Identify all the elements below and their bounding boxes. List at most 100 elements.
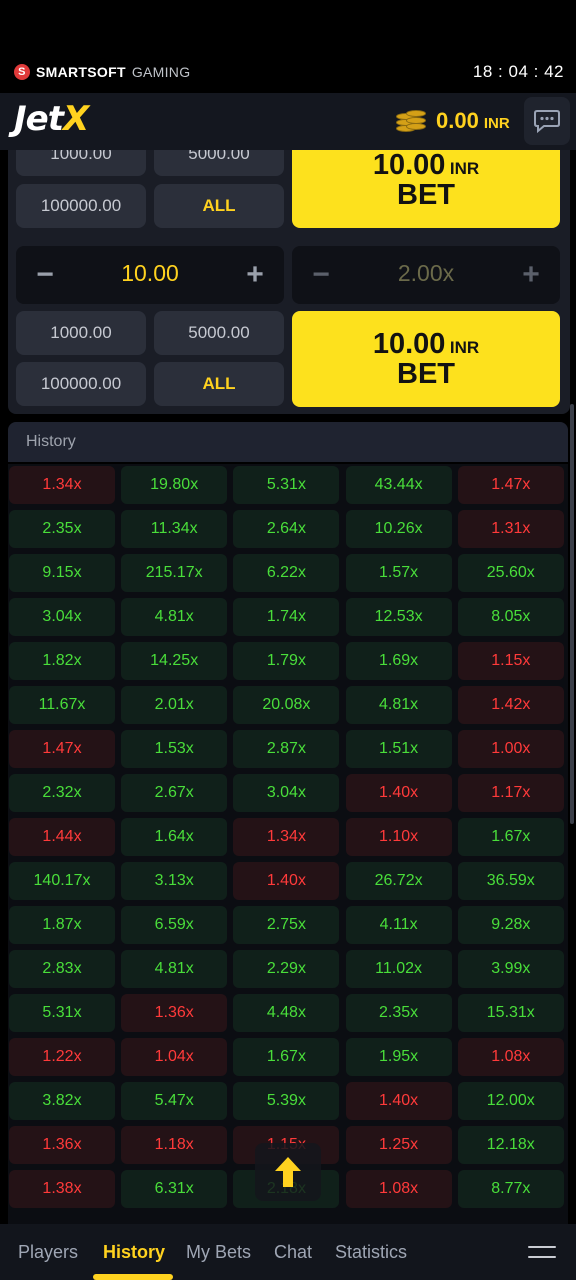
history-cell[interactable]: 3.04x [233, 774, 340, 812]
history-cell[interactable]: 9.15x [9, 554, 115, 592]
history-cell[interactable]: 10.26x [345, 510, 452, 548]
history-cell[interactable]: 2.87x [233, 730, 340, 768]
history-cell[interactable]: 43.44x [345, 466, 452, 504]
tab-my-bets[interactable]: My Bets [186, 1242, 251, 1263]
history-cell[interactable]: 1.10x [345, 818, 452, 856]
history-cell[interactable]: 2.01x [121, 686, 228, 724]
history-cell[interactable]: 140.17x [9, 862, 115, 900]
history-cell[interactable]: 1.18x [121, 1126, 228, 1164]
history-cell[interactable]: 1.53x [121, 730, 228, 768]
history-cell[interactable]: 2.67x [121, 774, 228, 812]
history-cell[interactable]: 1.79x [233, 642, 340, 680]
history-cell[interactable]: 2.64x [233, 510, 340, 548]
history-cell[interactable]: 11.02x [345, 950, 452, 988]
history-cell[interactable]: 6.22x [233, 554, 340, 592]
history-cell[interactable]: 1.82x [9, 642, 115, 680]
history-cell[interactable]: 3.13x [121, 862, 228, 900]
tab-chat[interactable]: Chat [274, 1242, 312, 1263]
history-cell[interactable]: 1.36x [121, 994, 228, 1032]
history-cell[interactable]: 4.48x [233, 994, 340, 1032]
history-cell[interactable]: 5.31x [233, 466, 340, 504]
history-cell[interactable]: 6.31x [121, 1170, 228, 1208]
history-cell[interactable]: 1.95x [345, 1038, 452, 1076]
history-cell[interactable]: 26.72x [345, 862, 452, 900]
history-cell[interactable]: 1.57x [345, 554, 452, 592]
scroll-top-button[interactable] [255, 1143, 321, 1201]
history-cell[interactable]: 20.08x [233, 686, 340, 724]
history-cell[interactable]: 5.31x [9, 994, 115, 1032]
history-cell[interactable]: 3.04x [9, 598, 115, 636]
history-cell[interactable]: 1.67x [457, 818, 564, 856]
history-cell[interactable]: 2.35x [345, 994, 452, 1032]
history-cell[interactable]: 1.40x [345, 774, 452, 812]
tab-statistics[interactable]: Statistics [335, 1242, 407, 1263]
bet-button-1[interactable]: 10.00 INR BET [292, 150, 560, 228]
history-cell[interactable]: 5.47x [121, 1082, 228, 1120]
quick-bet-1000[interactable]: 1000.00 [16, 311, 146, 355]
history-cell[interactable]: 9.28x [457, 906, 564, 944]
history-cell[interactable]: 11.34x [121, 510, 228, 548]
increase-amount-button[interactable]: + [236, 256, 274, 294]
history-cell[interactable]: 2.83x [9, 950, 115, 988]
history-cell[interactable]: 1.40x [233, 862, 340, 900]
scrollbar[interactable] [570, 404, 574, 824]
history-cell[interactable]: 4.81x [345, 686, 452, 724]
history-cell[interactable]: 14.25x [121, 642, 228, 680]
history-cell[interactable]: 36.59x [457, 862, 564, 900]
history-cell[interactable]: 1.38x [9, 1170, 115, 1208]
history-cell[interactable]: 1.08x [345, 1170, 452, 1208]
history-cell[interactable]: 2.75x [233, 906, 340, 944]
history-cell[interactable]: 12.18x [457, 1126, 564, 1164]
history-cell[interactable]: 1.00x [457, 730, 564, 768]
history-cell[interactable]: 4.81x [121, 950, 228, 988]
tab-players[interactable]: Players [18, 1242, 78, 1263]
history-cell[interactable]: 1.42x [457, 686, 564, 724]
quick-bet-5000[interactable]: 5000.00 [154, 311, 284, 355]
chat-button[interactable] [524, 97, 570, 145]
history-cell[interactable]: 12.53x [345, 598, 452, 636]
history-cell[interactable]: 11.67x [9, 686, 115, 724]
history-cell[interactable]: 215.17x [121, 554, 228, 592]
history-cell[interactable]: 1.31x [457, 510, 564, 548]
history-cell[interactable]: 1.69x [345, 642, 452, 680]
quick-bet-all[interactable]: ALL [154, 184, 284, 228]
decrease-cashout-button[interactable]: − [302, 256, 340, 294]
history-cell[interactable]: 25.60x [457, 554, 564, 592]
history-cell[interactable]: 3.82x [9, 1082, 115, 1120]
history-cell[interactable]: 2.29x [233, 950, 340, 988]
history-cell[interactable]: 3.99x [457, 950, 564, 988]
history-cell[interactable]: 2.32x [9, 774, 115, 812]
hamburger-icon[interactable] [528, 1246, 556, 1260]
history-cell[interactable]: 1.44x [9, 818, 115, 856]
history-cell[interactable]: 15.31x [457, 994, 564, 1032]
history-cell[interactable]: 1.47x [9, 730, 115, 768]
history-cell[interactable]: 1.87x [9, 906, 115, 944]
history-cell[interactable]: 1.22x [9, 1038, 115, 1076]
increase-cashout-button[interactable]: + [512, 256, 550, 294]
quick-bet-all[interactable]: ALL [154, 362, 284, 406]
history-cell[interactable]: 1.40x [345, 1082, 452, 1120]
quick-bet-1000[interactable]: 1000.00 [16, 150, 146, 176]
quick-bet-100000[interactable]: 100000.00 [16, 362, 146, 406]
history-cell[interactable]: 1.51x [345, 730, 452, 768]
history-cell[interactable]: 1.34x [9, 466, 115, 504]
history-cell[interactable]: 4.11x [345, 906, 452, 944]
history-cell[interactable]: 1.67x [233, 1038, 340, 1076]
bet-button-2[interactable]: 10.00 INR BET [292, 311, 560, 407]
history-cell[interactable]: 1.08x [457, 1038, 564, 1076]
history-cell[interactable]: 1.74x [233, 598, 340, 636]
history-cell[interactable]: 1.64x [121, 818, 228, 856]
history-cell[interactable]: 5.39x [233, 1082, 340, 1120]
history-cell[interactable]: 8.77x [457, 1170, 564, 1208]
quick-bet-5000[interactable]: 5000.00 [154, 150, 284, 176]
quick-bet-100000[interactable]: 100000.00 [16, 184, 146, 228]
decrease-amount-button[interactable]: − [26, 256, 64, 294]
history-cell[interactable]: 12.00x [457, 1082, 564, 1120]
history-cell[interactable]: 2.35x [9, 510, 115, 548]
history-cell[interactable]: 1.36x [9, 1126, 115, 1164]
history-cell[interactable]: 1.47x [457, 466, 564, 504]
auto-cashout-value[interactable]: 2.00x [342, 260, 510, 287]
history-cell[interactable]: 1.34x [233, 818, 340, 856]
history-cell[interactable]: 1.15x [457, 642, 564, 680]
history-cell[interactable]: 19.80x [121, 466, 228, 504]
